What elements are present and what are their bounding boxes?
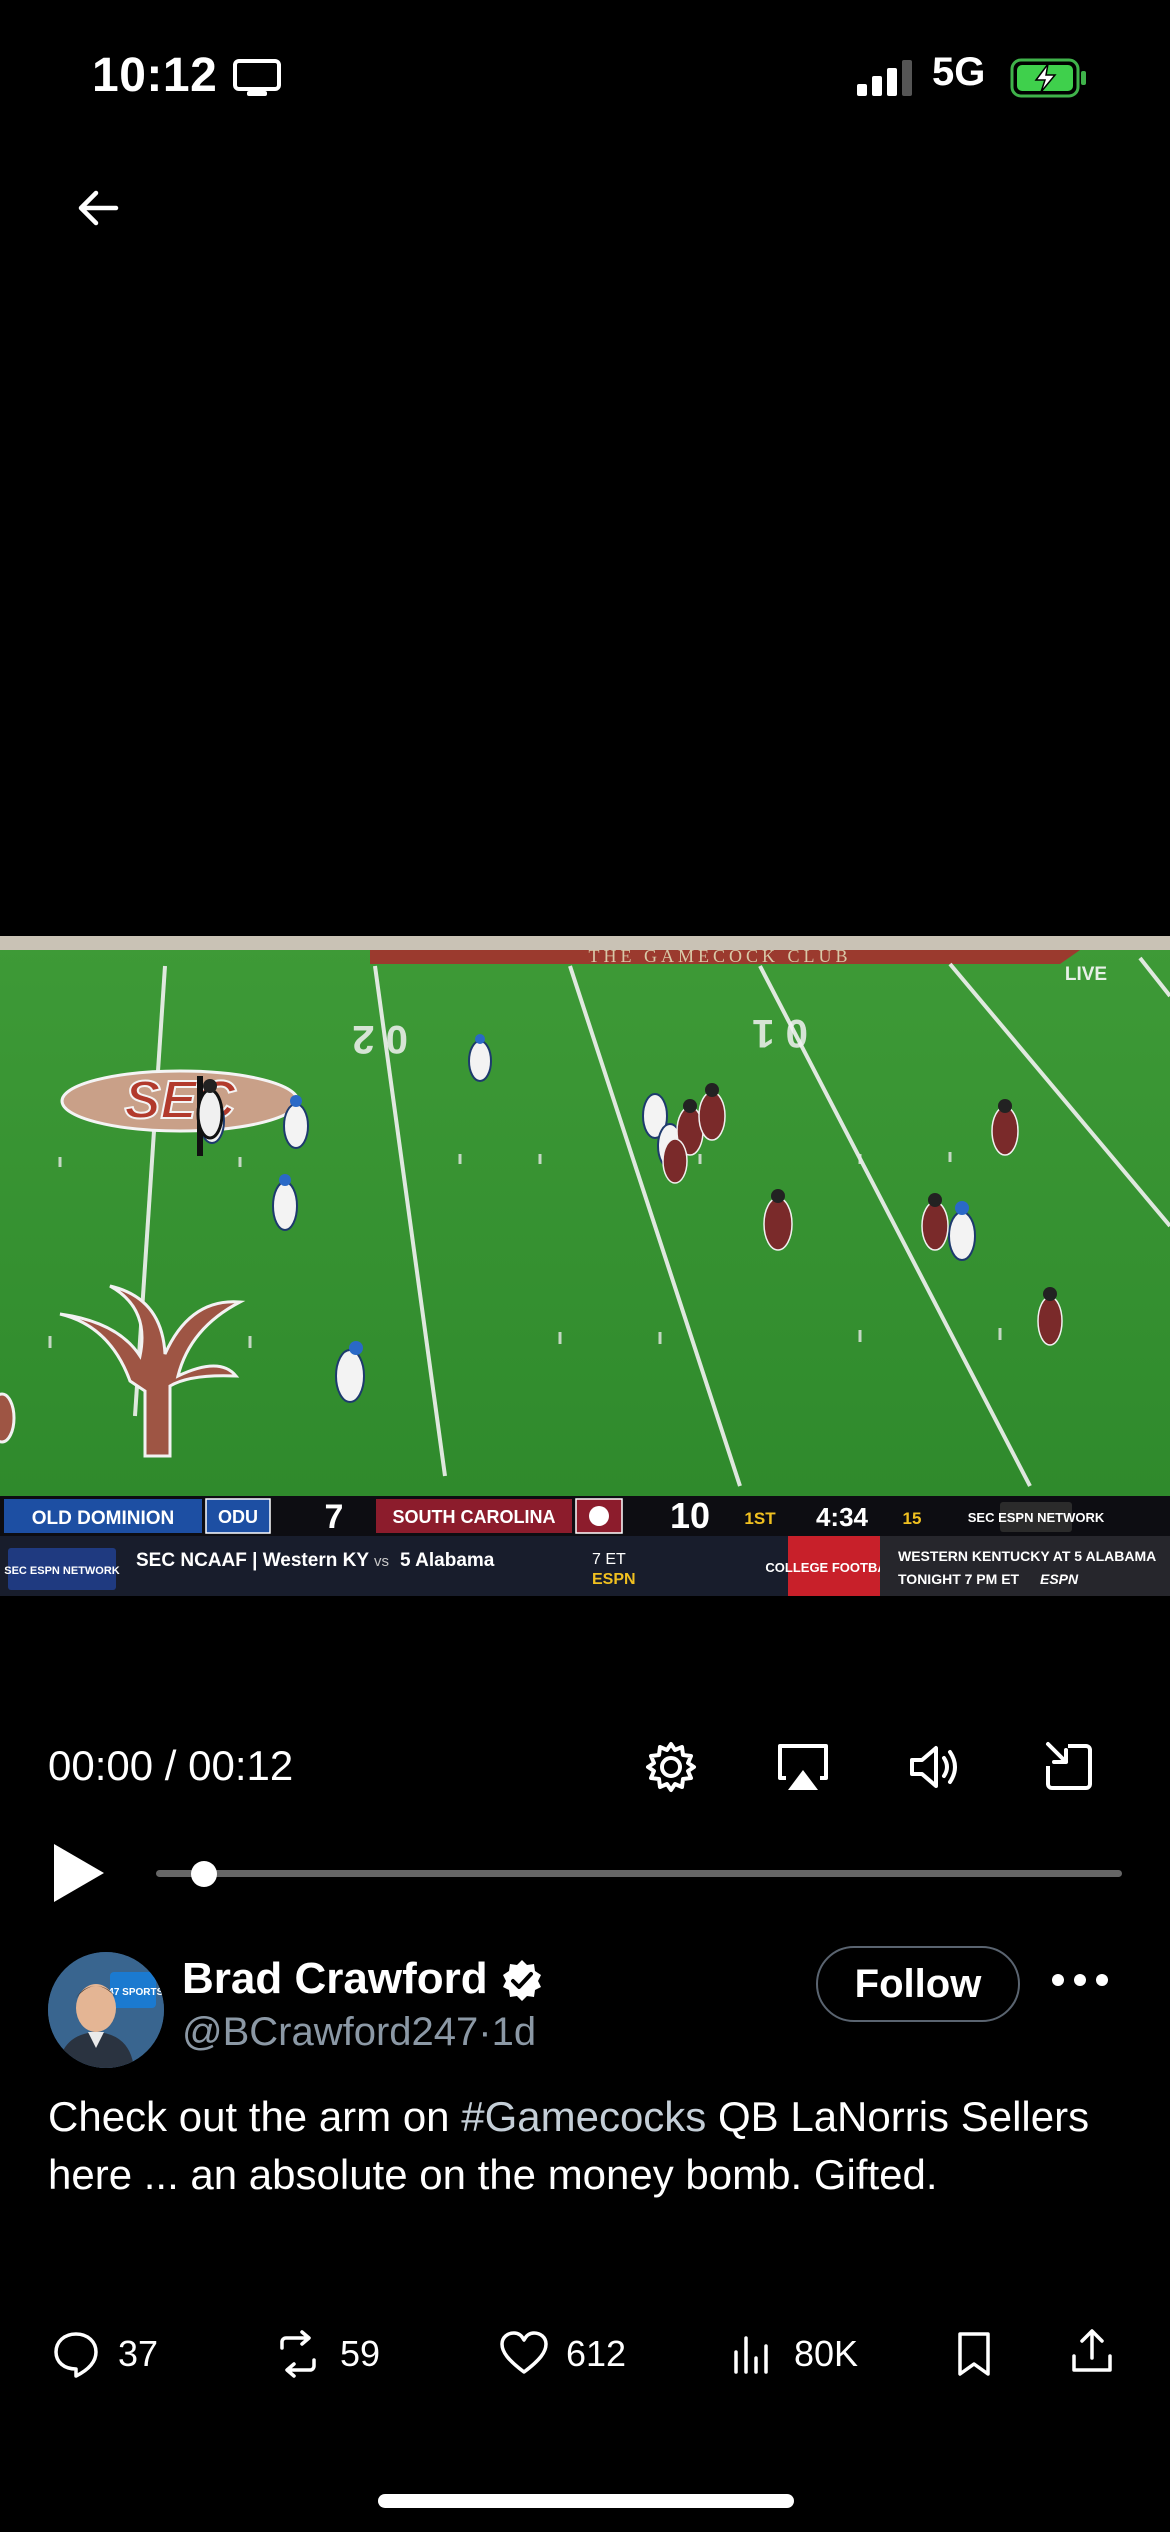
author-handle[interactable]: @BCrawford247·1d (182, 2010, 536, 2055)
exit-fullscreen-icon[interactable] (1038, 1736, 1100, 1798)
post-age: 1d (491, 2010, 537, 2054)
airplay-icon[interactable] (772, 1736, 834, 1798)
scorebug-network: SEC ESPN NETWORK (968, 1510, 1105, 1525)
play-clock: 15 (903, 1509, 922, 1528)
video-frame: THE GAMECOCK CLUB 0 2 0 1 SEC LIVE OLD D… (0, 936, 1170, 1596)
repost-count: 59 (340, 2333, 381, 2374)
back-arrow-icon[interactable] (72, 182, 124, 234)
time-readout: 00:00 / 00:12 (48, 1742, 294, 1789)
meta-separator: · (478, 2010, 492, 2054)
post-text-part: Check out the arm on (48, 2093, 462, 2140)
play-icon[interactable] (48, 1840, 108, 1906)
avatar-image: 247 SPORTS (48, 1952, 164, 2068)
network-type: 5G (932, 50, 986, 94)
follow-button[interactable]: Follow (816, 1946, 1020, 2022)
field-number: 0 1 (752, 1011, 808, 1055)
live-indicator: LIVE (1065, 964, 1107, 985)
post-text: Check out the arm on #Gamecocks QB LaNor… (48, 2088, 1118, 2204)
screen-mirroring-icon (233, 59, 281, 96)
views-chart-icon (734, 2336, 768, 2374)
progress-scrubber[interactable] (191, 1861, 218, 1887)
ticker-channel: ESPN (592, 1571, 636, 1588)
promo-channel: ESPN (1040, 1571, 1079, 1587)
avatar[interactable]: 247 SPORTS (48, 1952, 164, 2068)
views-count: 80K (794, 2333, 859, 2374)
reply-count: 37 (118, 2333, 159, 2374)
volume-icon[interactable] (904, 1736, 966, 1798)
share-icon[interactable] (1066, 2326, 1118, 2378)
ticker-vs: vs (374, 1553, 389, 1570)
verified-badge-icon (503, 1960, 541, 2001)
home-team-logo (589, 1506, 609, 1526)
ticker-time: 7 ET (592, 1551, 626, 1568)
ticker-network-logo: SEC ESPN NETWORK (4, 1565, 120, 1577)
ticker-opponent: 5 Alabama (400, 1550, 495, 1571)
battery-charging-icon (1010, 58, 1086, 98)
like-count: 612 (566, 2333, 627, 2374)
repost-icon (280, 2330, 316, 2378)
author-name[interactable]: Brad Crawford (182, 1954, 488, 2004)
progress-bar[interactable] (156, 1870, 1122, 1877)
home-team-name: SOUTH CAROLINA (393, 1507, 556, 1527)
reply-button[interactable]: 37 (50, 2328, 158, 2380)
handle-text: @BCrawford247 (182, 2010, 479, 2054)
status-time: 10:12 (92, 49, 218, 102)
ticker-text: SEC NCAAF | Western KY (136, 1550, 369, 1571)
bookmark-icon[interactable] (948, 2328, 1000, 2380)
heart-icon (500, 2331, 548, 2374)
repost-button[interactable]: 59 (272, 2328, 380, 2380)
reply-icon (54, 2332, 98, 2378)
like-button[interactable]: 612 (498, 2328, 626, 2380)
game-clock: 4:34 (816, 1502, 869, 1532)
away-team-name: OLD DOMINION (32, 1508, 175, 1529)
quarter: 1ST (744, 1509, 776, 1528)
signal-icon (857, 60, 912, 96)
banner-text: THE GAMECOCK CLUB (588, 946, 851, 966)
views-button[interactable]: 80K (726, 2328, 858, 2380)
field-number: 0 2 (352, 1017, 408, 1061)
more-options-icon[interactable] (1048, 1960, 1112, 2000)
hashtag-link[interactable]: #Gamecocks (461, 2093, 706, 2140)
away-score: 7 (325, 1498, 344, 1536)
home-score: 10 (670, 1495, 710, 1536)
settings-gear-icon[interactable] (640, 1736, 702, 1798)
home-indicator[interactable] (378, 2494, 794, 2508)
promo-line1: WESTERN KENTUCKY AT 5 ALABAMA (898, 1548, 1156, 1564)
away-team-logo: ODU (218, 1507, 258, 1527)
promo-line2: TONIGHT 7 PM ET (898, 1571, 1020, 1587)
video-player[interactable]: THE GAMECOCK CLUB 0 2 0 1 SEC LIVE OLD D… (0, 936, 1170, 1596)
